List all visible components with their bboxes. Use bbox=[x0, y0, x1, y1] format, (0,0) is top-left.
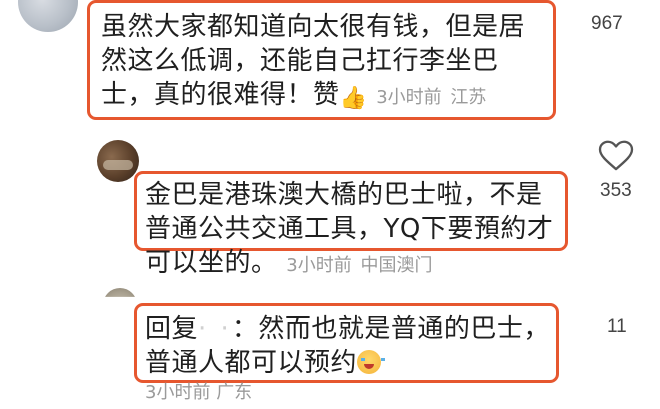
avatar[interactable] bbox=[97, 140, 139, 182]
comment-time: 3小时前 bbox=[145, 382, 211, 403]
like-count: 353 bbox=[600, 180, 632, 201]
crying-laughing-icon bbox=[357, 350, 386, 374]
comment-meta: 3小时前 广东 bbox=[145, 380, 252, 406]
avatar[interactable] bbox=[18, 0, 78, 32]
avatar[interactable] bbox=[103, 288, 137, 297]
like-count: 967 bbox=[591, 13, 623, 34]
like-count: 11 bbox=[607, 316, 627, 337]
heart-outline-icon[interactable] bbox=[598, 140, 634, 172]
comment-location: 中国澳门 bbox=[360, 255, 433, 276]
reply-item: 回复· ·：然而也就是普通的巴士，普通人都可以预约 bbox=[145, 312, 555, 380]
masked-username[interactable]: · · bbox=[198, 314, 232, 344]
comment-time: 3小时前 bbox=[286, 255, 352, 276]
comment-location: 广东 bbox=[216, 382, 253, 403]
reply-prefix: 回复 bbox=[145, 314, 199, 344]
thumbs-up-icon: 👍 bbox=[339, 86, 368, 111]
comment-item: 虽然大家都知道向太很有钱，但是居然这么低调，还能自己扛行李坐巴士，真的很难得！赞… bbox=[101, 10, 549, 116]
comment-item: 金巴是港珠澳大橋的巴士啦，不是普通公共交通工具，YQ下要預約才可以坐的。 3小时… bbox=[145, 178, 565, 283]
comment-location: 江苏 bbox=[450, 87, 487, 108]
comment-time: 3小时前 bbox=[376, 87, 442, 108]
